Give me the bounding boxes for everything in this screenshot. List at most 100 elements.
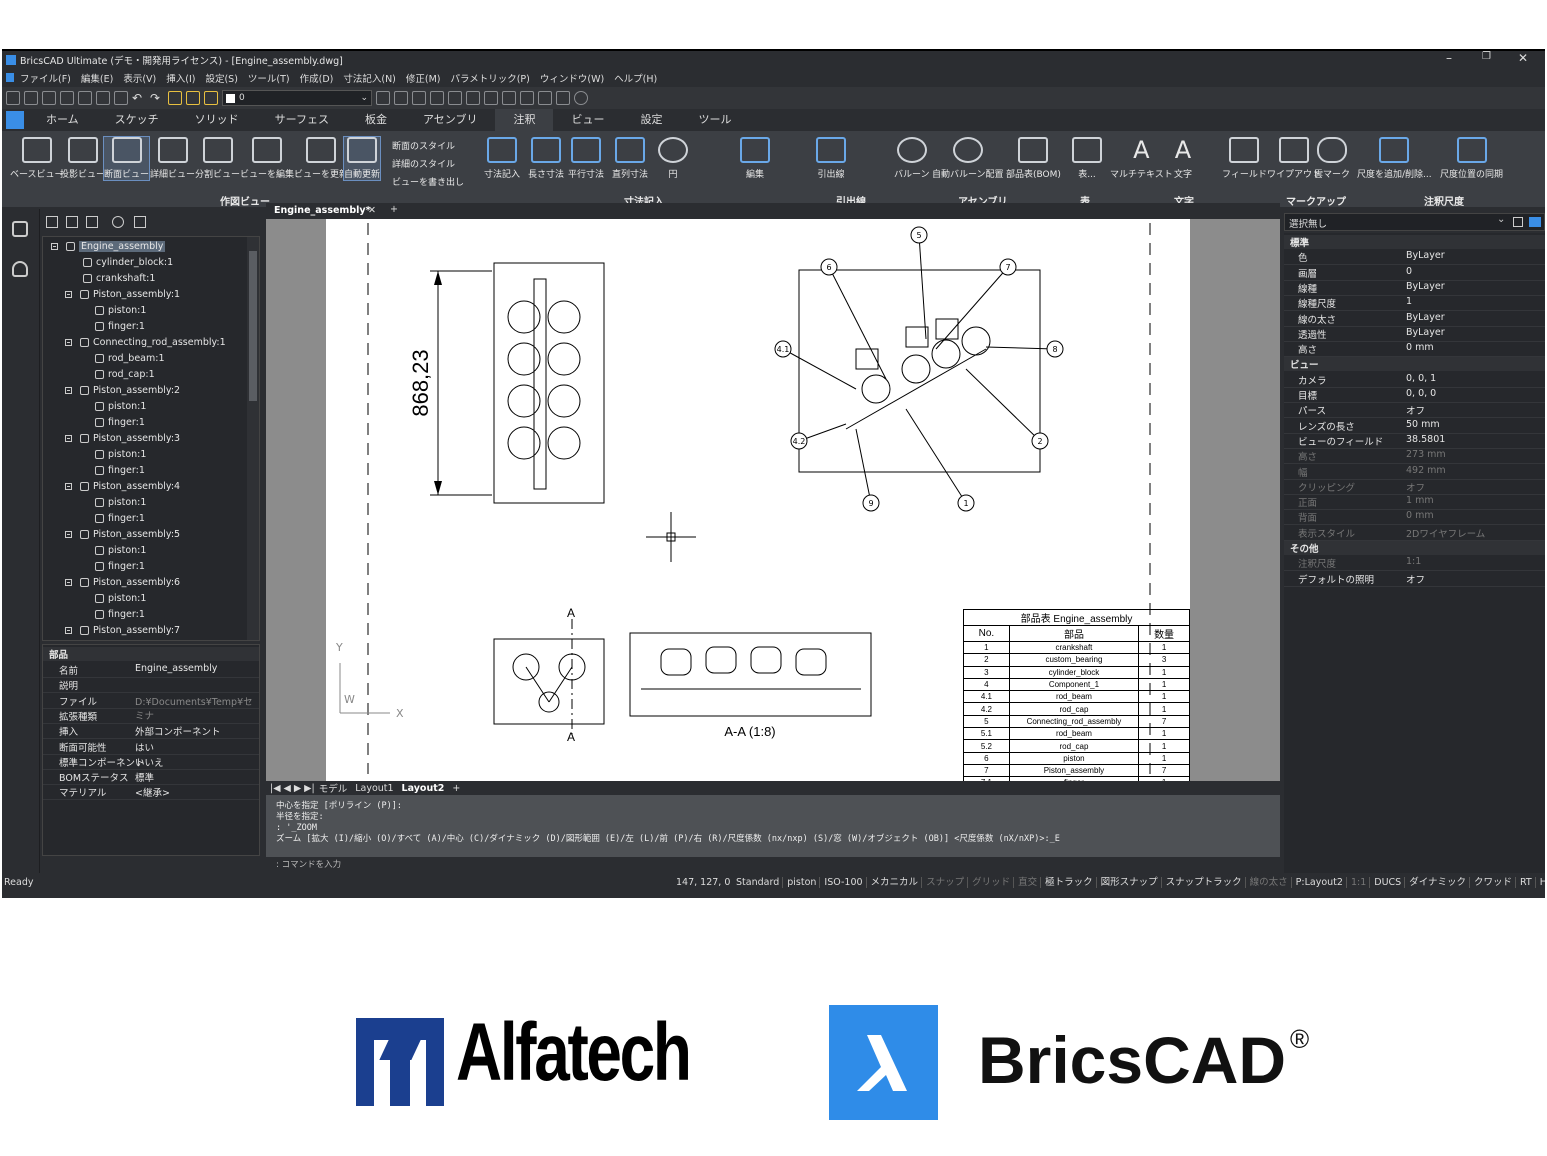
property-row[interactable]: BOMステータス 標準 bbox=[43, 770, 259, 786]
close-tab-icon[interactable]: ✕ bbox=[368, 205, 376, 216]
tree-node[interactable]: rod_cap:1 bbox=[95, 369, 155, 380]
layout-tab-model[interactable]: モデル bbox=[319, 781, 348, 795]
screen-icon[interactable] bbox=[556, 91, 570, 105]
menu-settings[interactable]: 設定(S) bbox=[205, 71, 237, 85]
status-toggle[interactable]: piston bbox=[787, 877, 821, 888]
status-toggle[interactable]: HKA bbox=[1539, 877, 1545, 888]
property-row[interactable]: 説明 bbox=[43, 678, 259, 694]
layout-tab-layout1[interactable]: Layout1 bbox=[355, 783, 393, 794]
lock-icon[interactable] bbox=[204, 91, 218, 105]
menu-tools[interactable]: ツール(T) bbox=[248, 71, 290, 85]
status-toggle[interactable]: メカニカル bbox=[870, 877, 923, 888]
projected-view-button[interactable]: 投影ビュー bbox=[60, 137, 105, 180]
property-row[interactable]: 線種尺度 1 bbox=[1284, 296, 1545, 312]
saveas-icon[interactable] bbox=[60, 91, 74, 105]
tree-node[interactable]: finger:1 bbox=[95, 609, 145, 620]
property-row[interactable]: クリッピング オフ bbox=[1284, 480, 1545, 495]
property-row[interactable]: 幅 492 mm bbox=[1284, 465, 1545, 480]
table-button[interactable]: 表... bbox=[1072, 137, 1102, 180]
detail-view-button[interactable]: 詳細ビュー bbox=[150, 137, 195, 180]
aligned-dim-button[interactable]: 平行寸法 bbox=[568, 137, 604, 180]
undo-icon[interactable]: ↶ bbox=[132, 91, 146, 105]
tree-node[interactable]: crankshaft:1 bbox=[83, 273, 155, 284]
tab-surface[interactable]: サーフェス bbox=[257, 109, 347, 131]
collapse-icon[interactable] bbox=[65, 387, 72, 394]
tree-node[interactable]: Piston_assembly:3 bbox=[65, 433, 180, 444]
text-button[interactable]: A 文字 bbox=[1168, 137, 1198, 180]
property-row[interactable]: 高さ 0 mm bbox=[1284, 342, 1545, 358]
tab-sketch[interactable]: スケッチ bbox=[97, 109, 177, 131]
property-row[interactable]: 注釈尺度 1:1 bbox=[1284, 556, 1545, 572]
status-toggle[interactable]: クワッド bbox=[1474, 877, 1517, 888]
status-toggle[interactable]: 線の太さ bbox=[1249, 877, 1292, 888]
leader-button[interactable]: 引出線 bbox=[816, 137, 846, 180]
tree-node[interactable]: finger:1 bbox=[95, 417, 145, 428]
collapse-icon[interactable] bbox=[65, 531, 72, 538]
filter-icon[interactable] bbox=[1513, 217, 1523, 227]
property-section-header[interactable]: 標準 bbox=[1284, 235, 1545, 249]
close-button[interactable]: ✕ bbox=[1518, 51, 1528, 65]
minimize-button[interactable]: – bbox=[1446, 51, 1452, 65]
tree-node[interactable]: finger:1 bbox=[95, 513, 145, 524]
first-tab-icon[interactable]: |◀ ◀ ▶ ▶| bbox=[270, 783, 315, 794]
plot-icon[interactable] bbox=[96, 91, 110, 105]
property-row[interactable]: 線の太さ ByLayer bbox=[1284, 312, 1545, 327]
doc-tab-engine-assembly[interactable]: Engine_assembly* bbox=[274, 205, 371, 216]
tree-node[interactable]: Piston_assembly:4 bbox=[65, 481, 180, 492]
brush-icon[interactable] bbox=[520, 91, 534, 105]
property-row[interactable]: 挿入 外部コンポーネント bbox=[43, 724, 259, 740]
menu-file[interactable]: ファイル(F) bbox=[20, 71, 71, 85]
tree-node[interactable]: Piston_assembly:6 bbox=[65, 577, 180, 588]
cube-icon[interactable] bbox=[448, 91, 462, 105]
balloon-button[interactable]: バルーン bbox=[894, 137, 930, 180]
dim-edit-button[interactable]: 編集 bbox=[740, 137, 770, 180]
status-toggle[interactable]: ISO-100 bbox=[824, 877, 867, 888]
property-row[interactable]: 色 ByLayer bbox=[1284, 250, 1545, 266]
collapse-icon[interactable] bbox=[65, 579, 72, 586]
tab-settings[interactable]: 設定 bbox=[622, 109, 680, 131]
property-row[interactable]: 透過性 ByLayer bbox=[1284, 327, 1545, 342]
status-toggle[interactable]: グリッド bbox=[972, 877, 1015, 888]
tab-home[interactable]: ホーム bbox=[28, 109, 97, 131]
tree-node[interactable]: finger:1 bbox=[95, 321, 145, 332]
collapse-icon[interactable] bbox=[51, 243, 58, 250]
menu-modify[interactable]: 修正(M) bbox=[406, 71, 441, 85]
bulb-icon[interactable] bbox=[430, 91, 444, 105]
status-toggle[interactable]: Standard bbox=[736, 877, 784, 888]
tree-node[interactable]: Piston_assembly:7 bbox=[65, 625, 180, 636]
collapse-icon[interactable] bbox=[65, 483, 72, 490]
collapse-icon[interactable] bbox=[65, 339, 72, 346]
sort-icon[interactable] bbox=[86, 216, 98, 228]
tab-view[interactable]: ビュー bbox=[553, 109, 622, 131]
tab-annotate[interactable]: 注釈 bbox=[495, 109, 554, 131]
snap-icon[interactable] bbox=[412, 91, 426, 105]
cube-icon[interactable] bbox=[12, 221, 28, 237]
table-icon[interactable] bbox=[538, 91, 552, 105]
property-row[interactable]: 標準コンポーネント いいえ bbox=[43, 755, 259, 770]
status-toggle[interactable]: 極トラック bbox=[1045, 877, 1097, 888]
status-toggle[interactable]: DUCS bbox=[1374, 877, 1406, 888]
layer-dropdown[interactable]: 0 ⌄ bbox=[222, 90, 372, 106]
open-icon[interactable] bbox=[24, 91, 38, 105]
view-cube-icon[interactable] bbox=[466, 91, 480, 105]
section-style-item[interactable]: 断面のスタイル bbox=[392, 139, 455, 152]
quick-select-icon[interactable] bbox=[1529, 217, 1541, 227]
new-tab-icon[interactable]: + bbox=[390, 204, 398, 215]
layer-tools-icon[interactable] bbox=[376, 91, 390, 105]
status-toggle[interactable]: ダイナミック bbox=[1409, 877, 1470, 888]
auto-balloon-button[interactable]: 自動バルーン配置 bbox=[932, 137, 1004, 180]
layer-bulb-icon[interactable] bbox=[168, 91, 182, 105]
property-row[interactable]: マテリアル <継承> bbox=[43, 785, 259, 801]
add-scale-button[interactable]: 尺度を追加/削除... bbox=[1357, 137, 1432, 180]
menu-parametric[interactable]: パラメトリック(P) bbox=[451, 71, 530, 85]
tree-node[interactable]: finger:1 bbox=[95, 465, 145, 476]
menu-window[interactable]: ウィンドウ(W) bbox=[540, 71, 604, 85]
status-toggle[interactable]: 図形スナップ bbox=[1100, 877, 1162, 888]
collapse-icon[interactable] bbox=[65, 291, 72, 298]
property-row[interactable]: カメラ 0, 0, 1 bbox=[1284, 373, 1545, 388]
command-input[interactable]: : コマンドを入力 bbox=[266, 857, 1280, 873]
status-toggle[interactable]: スナップトラック bbox=[1165, 877, 1246, 888]
continue-dim-button[interactable]: 直列寸法 bbox=[612, 137, 648, 180]
render-icon[interactable] bbox=[484, 91, 498, 105]
sun-icon[interactable] bbox=[186, 91, 200, 105]
